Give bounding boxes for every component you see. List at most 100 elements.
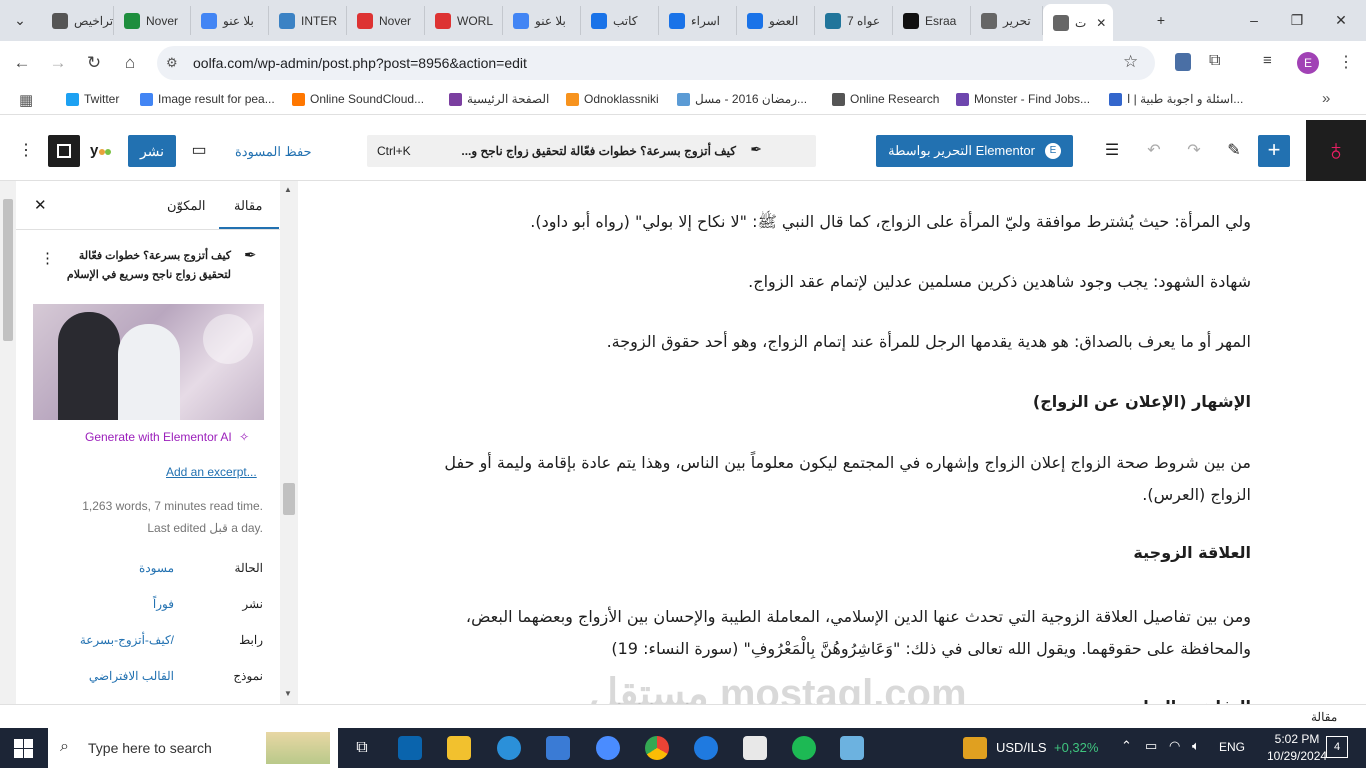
file-explorer-icon[interactable]: [447, 736, 471, 760]
clock-time[interactable]: 5:02 PM: [1267, 732, 1327, 746]
content-paragraph[interactable]: من بين شروط صحة الزواج إعلان الزواج وإشه…: [411, 447, 1251, 511]
notifications-badge[interactable]: 4: [1326, 736, 1348, 758]
content-heading[interactable]: الإشهار (الإعلان عن الزواج): [411, 386, 1251, 418]
footer-breadcrumb[interactable]: مقالة: [1311, 710, 1337, 724]
generate-ai-link[interactable]: Generate with Elementor AI ✧: [85, 430, 249, 444]
browser-tab[interactable]: العضو: [737, 6, 815, 35]
start-windows-icon[interactable]: [14, 739, 33, 758]
browser-tab[interactable]: Nover: [347, 6, 425, 35]
bookmark-item[interactable]: رمضان 2016 - مسل...: [677, 92, 807, 106]
tab-post[interactable]: مقالة: [219, 181, 279, 229]
close-window-icon[interactable]: ✕: [1327, 8, 1355, 32]
bookmark-item[interactable]: Image result for pea...: [140, 92, 275, 106]
taskbar-search-box[interactable]: ⌕ Type here to search: [48, 728, 338, 768]
media-player-icon[interactable]: [743, 736, 767, 760]
edit-with-elementor-button[interactable]: التحرير بواسطة Elementor E: [876, 135, 1073, 167]
yoast-icon[interactable]: y: [90, 142, 112, 159]
redo-icon[interactable]: ↷: [1182, 140, 1206, 162]
back-icon[interactable]: ←: [10, 51, 34, 75]
sidebar-scroll-thumb[interactable]: [3, 199, 13, 341]
site-logo-icon[interactable]: ♁: [1306, 120, 1366, 181]
browser-tab[interactable]: كاتب: [581, 6, 659, 35]
task-view-icon[interactable]: ⧉: [350, 736, 374, 760]
bookmark-star-icon[interactable]: ☆: [1123, 52, 1138, 72]
url-text[interactable]: oolfa.com/wp-admin/post.php?post=8956&ac…: [193, 55, 527, 71]
apps-grid-icon[interactable]: ▦: [19, 91, 33, 109]
browser-tab[interactable]: تراخيص: [42, 6, 114, 35]
tools-pencil-icon[interactable]: ✎: [1222, 140, 1246, 162]
edge-legacy-icon[interactable]: [497, 736, 521, 760]
bookmark-item[interactable]: Twitter: [66, 92, 119, 106]
browser-menu-icon[interactable]: ⋮: [1338, 52, 1354, 72]
close-tab-icon[interactable]: ✕: [1096, 16, 1106, 30]
site-info-icon[interactable]: ⚙: [166, 55, 178, 71]
volume-icon[interactable]: 🔈︎: [1192, 738, 1200, 754]
scroll-up-icon[interactable]: ▲: [284, 185, 292, 194]
sidebar-row-value[interactable]: مسودة: [139, 561, 174, 575]
panel-scroll-thumb[interactable]: [283, 483, 295, 515]
media-control-icon[interactable]: ≡: [1263, 52, 1272, 69]
add-excerpt-link[interactable]: Add an excerpt...: [166, 465, 257, 479]
document-overview-icon[interactable]: ☰: [1100, 140, 1124, 162]
show-hidden-icons-chevron-icon[interactable]: ⌃: [1121, 738, 1132, 754]
content-paragraph[interactable]: شهادة الشهود: يجب وجود شاهدين ذكرين مسلم…: [411, 266, 1251, 298]
profile-avatar[interactable]: E: [1297, 52, 1319, 74]
wifi-icon[interactable]: ◠: [1169, 738, 1180, 754]
content-paragraph[interactable]: المهر أو ما يعرف بالصداق: هو هدية يقدمها…: [411, 326, 1251, 358]
bookmark-item[interactable]: Monster - Find Jobs...: [956, 92, 1090, 106]
browser-tab[interactable]: Nover: [114, 6, 191, 35]
browser-tab[interactable]: بلا عنو: [503, 6, 581, 35]
maximize-icon[interactable]: ❐: [1283, 8, 1311, 32]
store-icon[interactable]: [546, 736, 570, 760]
browser-tab[interactable]: Esraa: [893, 6, 971, 35]
zoom-icon[interactable]: [596, 736, 620, 760]
featured-image[interactable]: [33, 304, 264, 420]
bookmark-item[interactable]: الصفحة الرئيسية: [449, 92, 549, 106]
forward-icon[interactable]: →: [46, 51, 70, 75]
minimize-icon[interactable]: –: [1240, 8, 1268, 32]
content-paragraph[interactable]: ولي المرأة: حيث يُشترط موافقة وليّ المرأ…: [411, 206, 1251, 238]
browser-tab[interactable]: ت ✕: [1043, 4, 1113, 41]
extension-icon[interactable]: [1175, 53, 1191, 71]
options-kebab-icon[interactable]: ⋮: [14, 140, 38, 162]
browser-tab[interactable]: تحرير: [971, 6, 1043, 35]
editor-canvas[interactable]: ولي المرأة: حيث يُشترط موافقة وليّ المرأ…: [299, 181, 1366, 704]
scroll-down-icon[interactable]: ▼: [284, 689, 292, 698]
browser-tab[interactable]: INTER: [269, 6, 347, 35]
browser-tab[interactable]: WORL: [425, 6, 503, 35]
sidebar-row-value[interactable]: /كيف-أتزوج-بسرعة: [80, 633, 174, 647]
extensions-puzzle-icon[interactable]: ⧉: [1209, 52, 1220, 70]
clock-date[interactable]: 10/29/2024: [1267, 749, 1327, 763]
sidebar-row-value[interactable]: فوراً: [153, 597, 174, 611]
sidebar-scrollbar[interactable]: [0, 181, 16, 704]
currency-pair[interactable]: USD/ILS: [996, 740, 1047, 755]
edge-icon[interactable]: [694, 736, 718, 760]
bookmark-item[interactable]: Online SoundCloud...: [292, 92, 424, 106]
save-draft-button[interactable]: حفظ المسودة: [235, 144, 312, 160]
content-heading[interactable]: العلاقة الزوجية: [411, 537, 1251, 569]
close-sidebar-icon[interactable]: ✕: [34, 196, 47, 214]
more-bookmarks-icon[interactable]: »: [1322, 90, 1330, 107]
bookmark-item[interactable]: Online Research: [832, 92, 939, 106]
content-paragraph[interactable]: ومن بين تفاصيل العلاقة الزوجية التي تحدث…: [411, 601, 1251, 665]
browser-tab[interactable]: اسراء: [659, 6, 737, 35]
reload-icon[interactable]: ↻: [82, 51, 106, 75]
preview-icon[interactable]: ▭: [187, 140, 211, 162]
undo-icon[interactable]: ↶: [1142, 140, 1166, 162]
sidebar-row-value[interactable]: القالب الافتراضي: [89, 669, 174, 683]
publish-button[interactable]: نشر: [128, 135, 176, 167]
tab-block[interactable]: المكوّن: [150, 181, 216, 229]
block-inserter-button[interactable]: +: [1258, 135, 1290, 167]
new-tab-button[interactable]: +: [1147, 8, 1175, 32]
bookmark-item[interactable]: Odnoklassniki: [566, 92, 659, 106]
chrome-icon[interactable]: [645, 736, 669, 760]
paint-icon[interactable]: [840, 736, 864, 760]
settings-sidebar-toggle[interactable]: [48, 135, 80, 167]
outlook-icon[interactable]: [398, 736, 422, 760]
command-palette-bar[interactable]: Ctrl+K كيف أتزوج بسرعة؟ خطوات فعّالة لتح…: [367, 135, 816, 167]
language-indicator[interactable]: ENG: [1219, 740, 1245, 754]
bookmark-item[interactable]: اسئلة و اجوبة طبية | ا...: [1109, 92, 1243, 106]
home-icon[interactable]: ⌂: [118, 51, 142, 75]
browser-tab[interactable]: بلا عنو: [191, 6, 269, 35]
currency-widget-icon[interactable]: [963, 737, 987, 759]
